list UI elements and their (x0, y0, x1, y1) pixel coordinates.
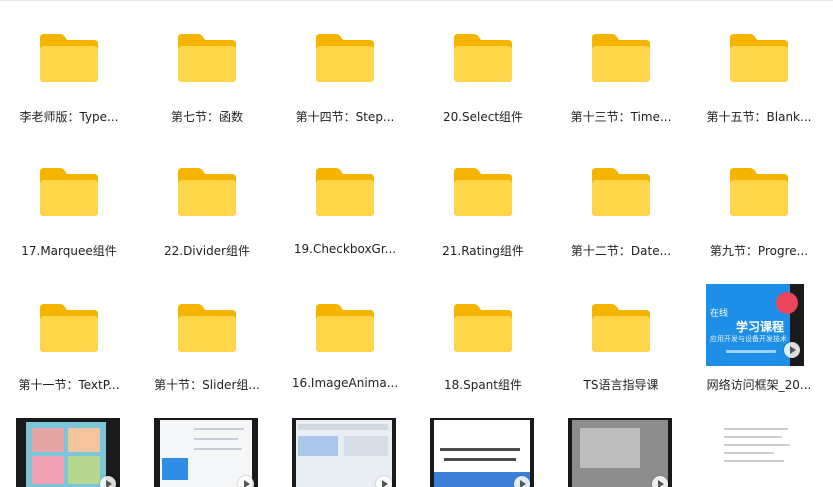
folder-icon (40, 168, 98, 216)
folder-icon (730, 34, 788, 82)
thumb-line (724, 452, 774, 454)
thumb-line (298, 424, 388, 430)
folder-icon (454, 168, 512, 216)
play-icon[interactable] (376, 476, 392, 487)
file-label: 16.ImageAnima... (291, 376, 399, 390)
thumb-block (68, 428, 100, 452)
file-label: 19.CheckboxGr... (293, 242, 397, 256)
file-tile[interactable] (552, 418, 690, 487)
file-label: 第十五节：Blank... (706, 110, 812, 124)
folder-icon (730, 168, 788, 216)
folder-icon (178, 304, 236, 352)
file-grid: 李老师版：Type... 第七节：函数 第十四节：Step... 20.Sele… (0, 0, 833, 487)
thumb-block (580, 428, 640, 468)
file-label: 第十三节：Time... (570, 110, 672, 124)
thumb-line (194, 448, 242, 450)
file-tile[interactable]: 第七节：函数 (138, 28, 276, 128)
thumb-line (444, 458, 516, 461)
thumb-title: 学习课程 (736, 320, 785, 334)
thumb-line (726, 350, 776, 353)
video-thumbnail (292, 418, 396, 487)
thumb-tag: 在线 (710, 309, 729, 319)
file-label: 17.Marquee组件 (21, 244, 117, 258)
video-thumbnail (16, 418, 120, 487)
file-label: 李老师版：Type... (19, 110, 119, 124)
file-label: 21.Rating组件 (442, 244, 524, 258)
folder-icon (454, 34, 512, 82)
thumb-line (194, 428, 244, 430)
play-icon[interactable] (100, 476, 116, 487)
thumb-subtitle: 应用开发与设备开发技术 (710, 335, 787, 343)
file-tile[interactable]: 第十二节：Date... (552, 162, 690, 262)
thumb-block (162, 458, 188, 480)
folder-icon (316, 168, 374, 216)
video-thumbnail (568, 418, 672, 487)
file-tile[interactable]: 第十节：Slider组... (138, 298, 276, 398)
file-tile[interactable] (138, 418, 276, 487)
file-tile[interactable]: 第九节：Progre... (690, 162, 828, 262)
file-label: 第十一节：TextP... (18, 378, 120, 392)
file-label: 第七节：函数 (170, 110, 243, 124)
file-tile[interactable] (0, 418, 138, 487)
video-thumbnail (430, 418, 534, 487)
thumb-line (724, 444, 790, 446)
file-label: 20.Select组件 (442, 110, 524, 124)
thumb-block (32, 456, 64, 484)
thumb-block (344, 436, 388, 456)
thumb-block (32, 428, 64, 452)
file-tile[interactable]: 21.Rating组件 (414, 162, 552, 262)
folder-icon (40, 304, 98, 352)
file-label: 第九节：Progre... (709, 244, 809, 258)
folder-icon (592, 304, 650, 352)
video-thumbnail (154, 418, 258, 487)
file-label: 第十节：Slider组... (154, 378, 260, 392)
thumb-line (724, 436, 782, 438)
file-label: 18.Spant组件 (444, 378, 522, 392)
file-tile[interactable]: 17.Marquee组件 (0, 162, 138, 262)
folder-icon (454, 304, 512, 352)
file-tile[interactable]: 20.Select组件 (414, 28, 552, 128)
document-thumbnail (706, 418, 810, 487)
file-tile[interactable]: 18.Spant组件 (414, 298, 552, 398)
file-tile[interactable]: 19.CheckboxGr... (276, 162, 414, 262)
play-icon[interactable] (784, 342, 800, 358)
file-tile[interactable]: 在线 学习课程 应用开发与设备开发技术 网络访问框架_20... (690, 284, 828, 398)
file-tile[interactable] (276, 418, 414, 487)
folder-icon (178, 34, 236, 82)
folder-icon (316, 34, 374, 82)
file-tile[interactable] (690, 418, 828, 487)
file-tile[interactable]: 16.ImageAnima... (276, 298, 414, 398)
thumb-block (68, 456, 100, 484)
file-tile[interactable]: 第十五节：Blank... (690, 28, 828, 128)
folder-icon (592, 34, 650, 82)
thumb-line (440, 448, 520, 451)
video-thumbnail: 在线 学习课程 应用开发与设备开发技术 (706, 284, 804, 366)
file-tile[interactable]: 第十四节：Step... (276, 28, 414, 128)
thumb-line (724, 460, 784, 462)
thumb-badge (776, 292, 798, 314)
folder-icon (178, 168, 236, 216)
file-tile[interactable] (414, 418, 552, 487)
folder-icon (316, 304, 374, 352)
file-tile[interactable]: TS语言指导课 (552, 298, 690, 398)
file-label: 第十二节：Date... (570, 244, 672, 258)
play-icon[interactable] (514, 476, 530, 487)
play-icon[interactable] (238, 476, 254, 487)
folder-icon (592, 168, 650, 216)
file-label: 网络访问框架_20... (706, 378, 812, 392)
file-tile[interactable]: 22.Divider组件 (138, 162, 276, 262)
thumb-line (724, 428, 788, 430)
file-tile[interactable]: 李老师版：Type... (0, 28, 138, 128)
thumb-line (194, 438, 238, 440)
folder-icon (40, 34, 98, 82)
file-tile[interactable]: 第十三节：Time... (552, 28, 690, 128)
file-label: TS语言指导课 (583, 378, 659, 392)
file-label: 22.Divider组件 (163, 244, 251, 258)
thumb-block (298, 436, 338, 456)
file-label: 第十四节：Step... (295, 110, 395, 124)
file-tile[interactable]: 第十一节：TextP... (0, 298, 138, 398)
play-icon[interactable] (652, 476, 668, 487)
